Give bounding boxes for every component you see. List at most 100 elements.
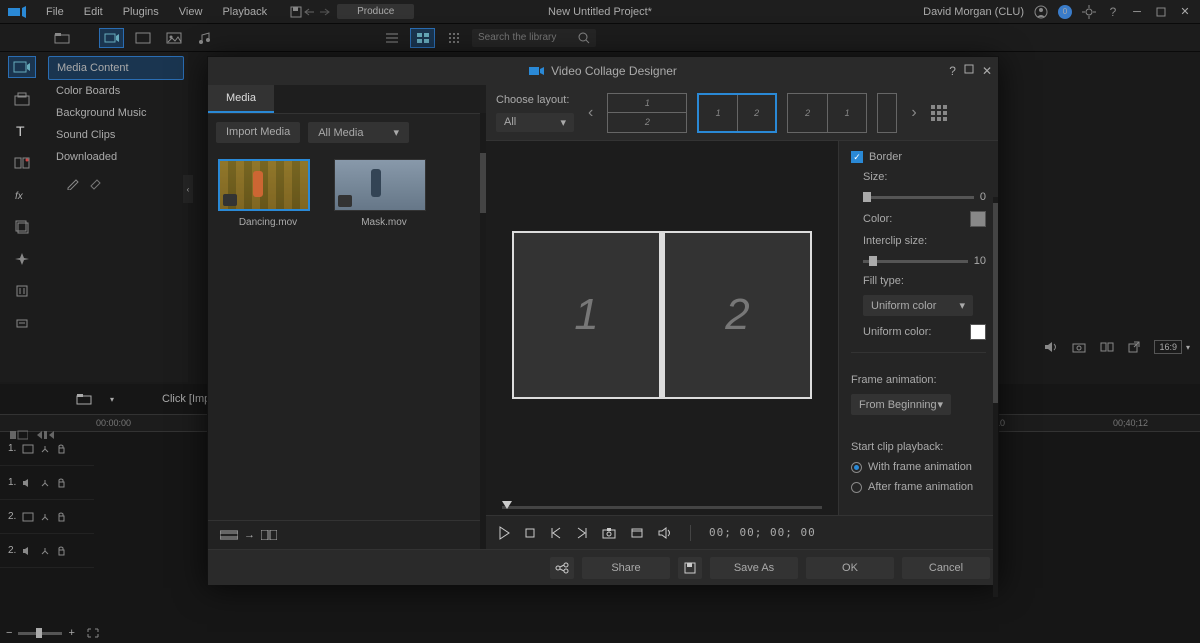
produce-button[interactable]: Produce — [337, 4, 414, 19]
title-room-icon[interactable]: T — [8, 120, 36, 142]
close-icon[interactable]: ✕ — [1178, 5, 1192, 19]
import-folder-icon[interactable] — [50, 28, 75, 48]
snapshot-icon[interactable] — [1072, 341, 1086, 353]
layout-option-4[interactable] — [877, 93, 897, 133]
effect-room-icon[interactable] — [8, 88, 36, 110]
filter-image-icon[interactable] — [130, 28, 155, 48]
overlay-room-icon[interactable] — [8, 216, 36, 238]
seek-bar[interactable] — [502, 506, 822, 509]
filter-video-icon[interactable] — [99, 28, 124, 48]
view-grid-icon[interactable] — [410, 28, 435, 48]
layout-grid-icon[interactable] — [931, 105, 947, 121]
layout-option-1[interactable]: 12 — [607, 93, 687, 133]
folder-icon[interactable] — [76, 393, 92, 405]
radio-after-anim[interactable] — [851, 482, 862, 493]
track-head-2v[interactable]: 2. — [0, 500, 94, 534]
undo-icon[interactable] — [303, 5, 317, 19]
subtitle-room-icon[interactable] — [8, 312, 36, 334]
save-as-icon[interactable] — [678, 557, 702, 579]
content-item-bgmusic[interactable]: Background Music — [48, 102, 184, 124]
fill-type-dropdown[interactable]: Uniform color▾ — [863, 295, 973, 316]
collapse-handle[interactable]: ‹ — [183, 175, 193, 203]
content-item-soundclips[interactable]: Sound Clips — [48, 124, 184, 146]
filter-audio-icon[interactable] — [192, 28, 217, 48]
stop-icon[interactable] — [524, 527, 536, 539]
media-thumb[interactable]: Dancing.mov — [218, 159, 318, 228]
save-icon[interactable] — [289, 5, 303, 19]
radio-with-anim[interactable] — [851, 462, 862, 473]
view-options-icon[interactable] — [441, 28, 466, 48]
track-head-2a[interactable]: 2. — [0, 534, 94, 568]
zoom-out-icon[interactable]: − — [6, 627, 12, 639]
content-item-downloaded[interactable]: Downloaded — [48, 146, 184, 168]
share-button[interactable]: Share — [582, 557, 670, 579]
search-input[interactable] — [472, 29, 596, 47]
next-frame-icon[interactable] — [576, 527, 588, 539]
border-checkbox[interactable]: ✓ — [851, 151, 863, 163]
zoom-slider[interactable] — [18, 632, 62, 635]
layout-option-3[interactable]: 21 — [787, 93, 867, 133]
dialog-close-icon[interactable]: ✕ — [982, 64, 992, 78]
menu-edit[interactable]: Edit — [74, 2, 113, 22]
user-icon[interactable] — [1034, 5, 1048, 19]
zoom-in-icon[interactable]: + — [68, 627, 74, 639]
media-room-icon[interactable] — [8, 56, 36, 78]
interclip-slider[interactable] — [863, 260, 968, 263]
collage-canvas[interactable]: 1 2 — [512, 231, 812, 399]
play-icon[interactable] — [498, 526, 510, 540]
particle-room-icon[interactable] — [8, 248, 36, 270]
menu-file[interactable]: File — [36, 2, 74, 22]
mute-icon[interactable] — [658, 527, 672, 539]
save-as-button[interactable]: Save As — [710, 557, 798, 579]
share-icon[interactable] — [550, 557, 574, 579]
volume-icon[interactable] — [1044, 341, 1058, 353]
restore-icon[interactable] — [1154, 5, 1168, 19]
cancel-button[interactable]: Cancel — [902, 557, 990, 579]
content-item-media[interactable]: Media Content — [48, 56, 184, 80]
menu-playback[interactable]: Playback — [212, 2, 277, 22]
content-item-colorboards[interactable]: Color Boards — [48, 80, 184, 102]
frame-anim-dropdown[interactable]: From Beginning▾ — [851, 394, 951, 415]
media-thumb[interactable]: Mask.mov — [334, 159, 434, 228]
fx-room-icon[interactable]: fx — [8, 184, 36, 206]
props-scrollbar[interactable] — [993, 197, 998, 597]
track-head-1a[interactable]: 1. — [0, 466, 94, 500]
dialog-maximize-icon[interactable] — [964, 64, 974, 78]
transition-room-icon[interactable] — [8, 152, 36, 174]
aspect-ratio-badge[interactable]: 16:9 — [1154, 340, 1182, 354]
layout-option-2[interactable]: 12 — [697, 93, 777, 133]
uniform-color-swatch[interactable] — [970, 324, 986, 340]
zoom-fit-icon[interactable] — [87, 628, 99, 638]
audio-room-icon[interactable] — [8, 280, 36, 302]
track-head-1v[interactable]: 1. — [0, 432, 94, 466]
help-icon[interactable]: ? — [1106, 5, 1120, 19]
layout-prev-icon[interactable]: ‹ — [584, 104, 597, 122]
menu-plugins[interactable]: Plugins — [113, 2, 169, 22]
redo-icon[interactable] — [317, 5, 331, 19]
menu-view[interactable]: View — [169, 2, 213, 22]
snapshot-icon[interactable] — [602, 527, 616, 539]
filter-photo-icon[interactable] — [161, 28, 186, 48]
view-list-icon[interactable] — [379, 28, 404, 48]
loop-icon[interactable] — [630, 527, 644, 539]
pen-icon[interactable] — [66, 176, 80, 190]
prev-frame-icon[interactable] — [550, 527, 562, 539]
collage-icon[interactable] — [261, 530, 277, 540]
popout-icon[interactable] — [1128, 341, 1140, 353]
tab-media[interactable]: Media — [208, 85, 274, 113]
ok-button[interactable]: OK — [806, 557, 894, 579]
collage-pane-1[interactable]: 1 — [514, 233, 665, 397]
eraser-icon[interactable] — [88, 176, 102, 190]
color-swatch[interactable] — [970, 211, 986, 227]
gear-icon[interactable] — [1082, 5, 1096, 19]
import-media-button[interactable]: Import Media — [216, 122, 300, 143]
split-view-icon[interactable] — [1100, 342, 1114, 352]
size-slider[interactable] — [863, 196, 974, 199]
collage-pane-2[interactable]: 2 — [665, 233, 810, 397]
minimize-icon[interactable]: ─ — [1130, 5, 1144, 19]
media-filter-dropdown[interactable]: All Media▾ — [308, 122, 409, 143]
layout-next-icon[interactable]: › — [907, 104, 920, 122]
notification-icon[interactable]: 0 — [1058, 5, 1072, 19]
layout-filter-dropdown[interactable]: All▾ — [496, 113, 574, 132]
dialog-help-icon[interactable]: ? — [949, 64, 956, 78]
